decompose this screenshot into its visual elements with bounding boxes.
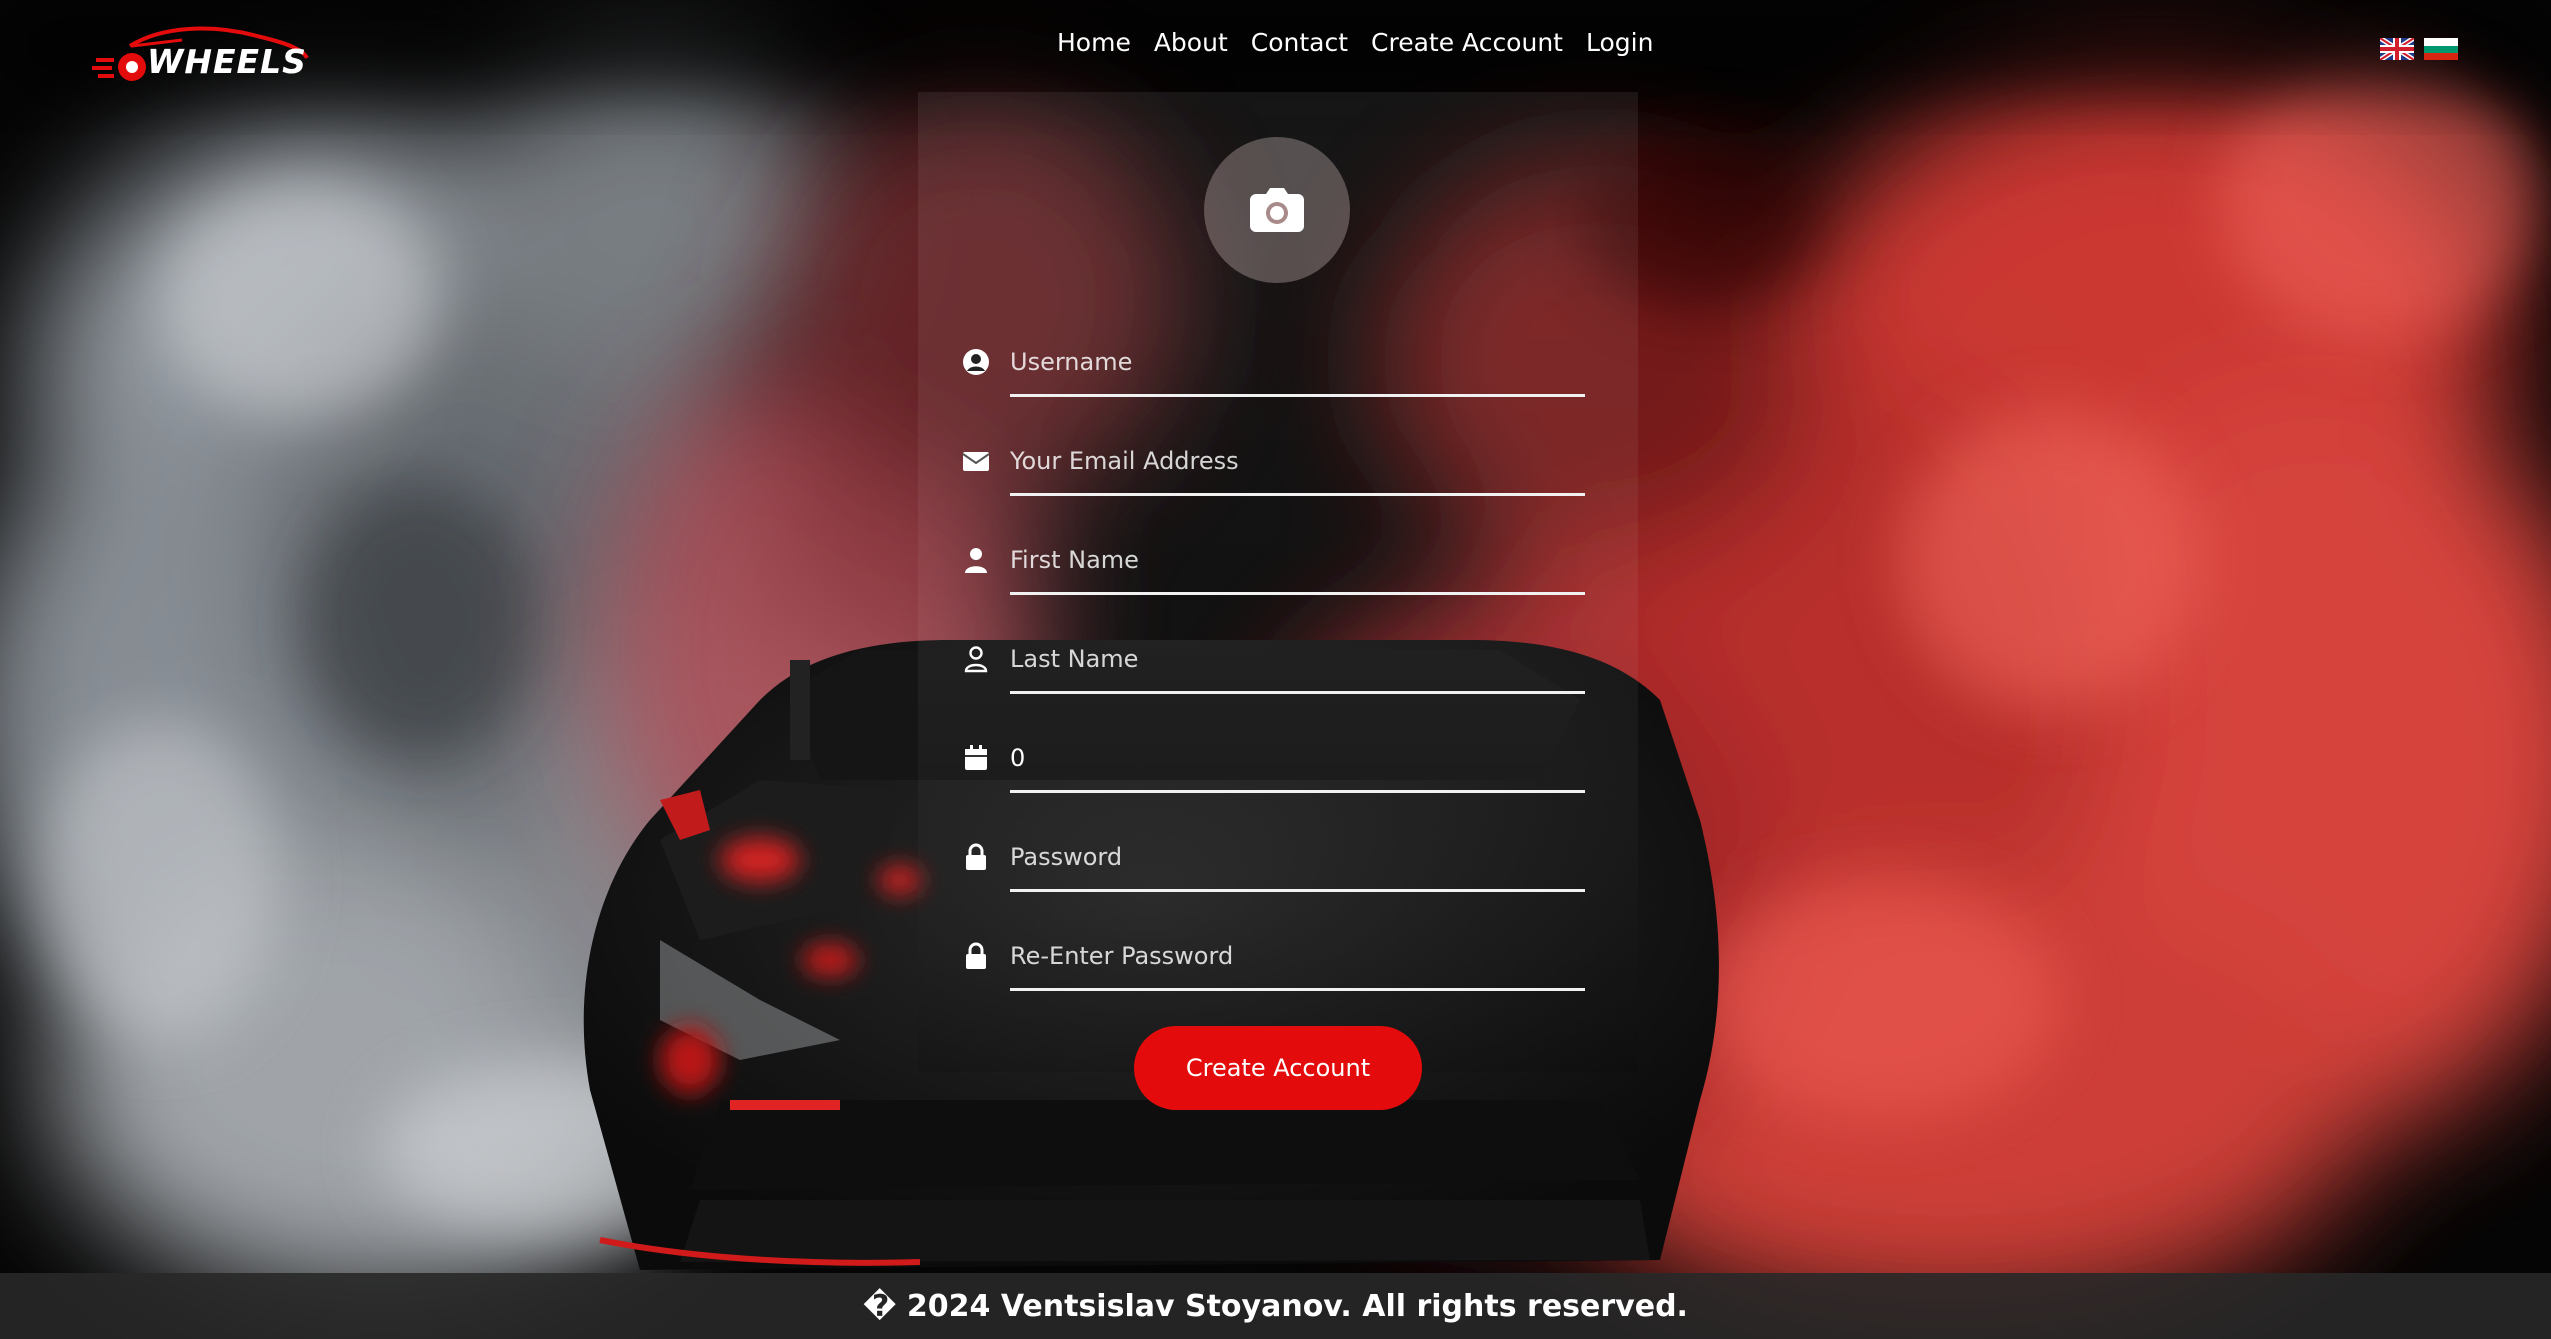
email-row (962, 433, 1587, 499)
lock-icon (966, 942, 986, 969)
copyright-text: � 2024 Ventsislav Stoyanov. All rights r… (863, 1288, 1688, 1324)
nav-about[interactable]: About (1154, 28, 1228, 57)
password-row (962, 829, 1587, 895)
create-account-button[interactable]: Create Account (1134, 1026, 1422, 1110)
user-outline-icon (964, 646, 988, 673)
password-field[interactable] (1010, 829, 1585, 892)
username-field[interactable] (1010, 334, 1585, 397)
language-switcher (2380, 38, 2458, 60)
email-field[interactable] (1010, 433, 1585, 496)
confirm-password-field[interactable] (1010, 928, 1585, 991)
first-name-field[interactable] (1010, 532, 1585, 595)
brand-logo[interactable]: WHEELS (92, 22, 322, 88)
uk-flag-icon[interactable] (2380, 38, 2414, 60)
age-field[interactable] (1010, 730, 1585, 793)
username-row (962, 334, 1587, 400)
bulgaria-flag-icon[interactable] (2424, 38, 2458, 60)
calendar-icon (965, 745, 987, 770)
age-row (962, 730, 1587, 796)
first-name-row (962, 532, 1587, 598)
user-icon (965, 548, 987, 573)
avatar-upload[interactable] (1204, 137, 1350, 283)
nav-contact[interactable]: Contact (1251, 28, 1348, 57)
brand-name: WHEELS (147, 42, 307, 81)
confirm-password-row (962, 928, 1587, 994)
nav-login[interactable]: Login (1586, 28, 1653, 57)
lock-icon (966, 843, 986, 870)
nav-create-account[interactable]: Create Account (1371, 28, 1563, 57)
camera-icon (1250, 188, 1304, 232)
last-name-row (962, 631, 1587, 697)
main-nav: Home About Contact Create Account Login (1057, 28, 1676, 57)
nav-home[interactable]: Home (1057, 28, 1131, 57)
footer: � 2024 Ventsislav Stoyanov. All rights r… (0, 1273, 2551, 1339)
envelope-icon (962, 452, 990, 471)
user-circle-icon (963, 349, 989, 375)
last-name-field[interactable] (1010, 631, 1585, 694)
